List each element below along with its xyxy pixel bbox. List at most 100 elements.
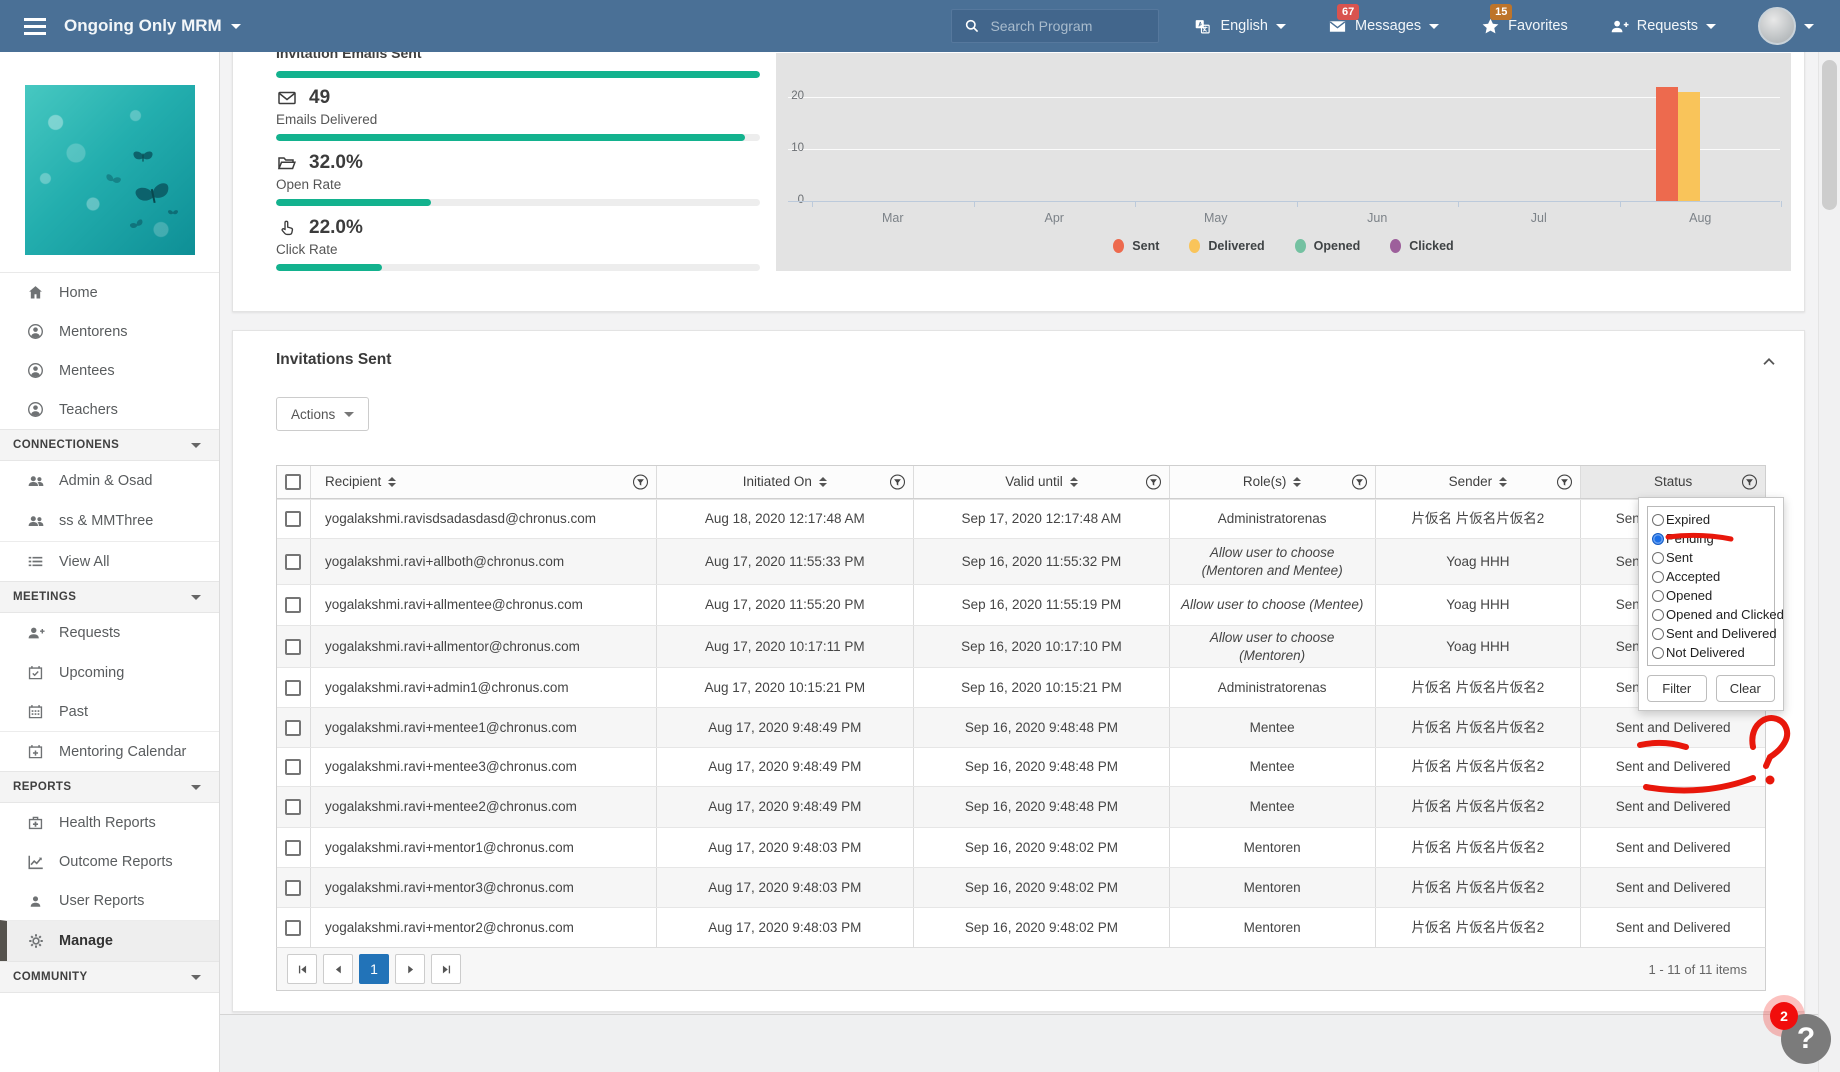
radio-button[interactable] (1652, 571, 1664, 583)
radio-button[interactable] (1652, 552, 1664, 564)
collapse-panel-button[interactable] (1760, 353, 1778, 371)
first-page-button[interactable] (287, 954, 317, 984)
favorites-link[interactable]: 15 Favorites (1481, 17, 1568, 36)
previous-page-button[interactable] (323, 954, 353, 984)
column-header-initiated-on[interactable]: Initiated On (656, 466, 914, 498)
actions-button[interactable]: Actions (276, 397, 369, 431)
sort-icon[interactable] (1070, 477, 1078, 487)
program-title-dropdown[interactable]: Ongoing Only MRM (64, 16, 241, 36)
hamburger-menu-icon[interactable] (24, 14, 46, 39)
filter-funnel-icon[interactable] (632, 474, 649, 491)
sidebar-item-teachers[interactable]: Teachers (0, 390, 219, 429)
sort-icon[interactable] (1499, 477, 1507, 487)
gears-icon (26, 932, 45, 950)
column-header-role-s[interactable]: Role(s) (1169, 466, 1375, 498)
filter-funnel-icon[interactable] (1145, 474, 1162, 491)
sidebar-item-health-reports[interactable]: Health Reports (0, 803, 219, 842)
column-header-valid-until[interactable]: Valid until (913, 466, 1169, 498)
radio-button[interactable] (1652, 628, 1664, 640)
sidebar-item-user-reports[interactable]: User Reports (0, 882, 219, 920)
calendar-check-icon (26, 664, 45, 681)
filter-option-sent-and-delivered[interactable]: Sent and Delivered (1652, 624, 1770, 643)
sidebar-item-manage[interactable]: Manage (0, 920, 219, 961)
row-checkbox[interactable] (285, 720, 301, 736)
row-checkbox[interactable] (285, 840, 301, 856)
cell-status: Sent and Delivered (1580, 708, 1765, 747)
sidebar-item-upcoming[interactable]: Upcoming (0, 653, 219, 692)
sidebar-section-meetings[interactable]: MEETINGS (0, 581, 219, 613)
cell-role: Allow user to choose (Mentoren) (1169, 626, 1375, 667)
cell-recipient: yogalakshmi.ravi+mentor1@chronus.com (310, 828, 656, 867)
cell-initiated-on: Aug 17, 2020 11:55:20 PM (656, 585, 914, 625)
row-checkbox[interactable] (285, 511, 301, 527)
progress-fill (276, 264, 382, 271)
radio-button[interactable] (1652, 514, 1664, 526)
column-header-recipient[interactable]: Recipient (310, 466, 656, 498)
sidebar-section-connectionens[interactable]: CONNECTIONENS (0, 429, 219, 461)
sidebar-item-mentoring-calendar[interactable]: Mentoring Calendar (0, 731, 219, 771)
sidebar-item-admin-osad[interactable]: Admin & Osad (0, 461, 219, 501)
column-header-status[interactable]: Status (1580, 466, 1765, 498)
next-page-button[interactable] (395, 954, 425, 984)
row-checkbox[interactable] (285, 759, 301, 775)
scrollbar-thumb[interactable] (1822, 60, 1837, 210)
sort-icon[interactable] (388, 477, 396, 487)
cell-valid-until: Sep 16, 2020 10:15:21 PM (913, 668, 1169, 707)
column-header-sender[interactable]: Sender (1375, 466, 1581, 498)
filter-funnel-icon[interactable] (889, 474, 906, 491)
row-checkbox[interactable] (285, 597, 301, 613)
row-checkbox[interactable] (285, 880, 301, 896)
radio-button[interactable] (1652, 647, 1664, 659)
clear-button[interactable]: Clear (1716, 675, 1776, 702)
requests-dropdown[interactable]: Requests (1610, 17, 1716, 36)
sidebar-item-mentorens[interactable]: Mentorens (0, 312, 219, 351)
cell-checkbox (277, 626, 310, 667)
sort-icon[interactable] (1293, 477, 1301, 487)
cell-sender: Yoag HHH (1375, 585, 1581, 625)
radio-button[interactable] (1652, 590, 1664, 602)
filter-funnel-icon[interactable] (1556, 474, 1573, 491)
filter-button[interactable]: Filter (1647, 675, 1707, 702)
row-checkbox[interactable] (285, 799, 301, 815)
radio-button[interactable] (1652, 533, 1664, 545)
filter-option-expired[interactable]: Expired (1652, 510, 1770, 529)
cell-recipient: yogalakshmi.ravi+allmentor@chronus.com (310, 626, 656, 667)
last-page-button[interactable] (431, 954, 461, 984)
sidebar-item-ss-mmthree[interactable]: ss & MMThree (0, 501, 219, 541)
filter-option-accepted[interactable]: Accepted (1652, 567, 1770, 586)
page-number-button[interactable]: 1 (359, 954, 389, 984)
filter-funnel-icon[interactable] (1351, 474, 1368, 491)
legend-swatch (1113, 239, 1124, 253)
filter-funnel-icon[interactable] (1741, 474, 1758, 491)
sidebar-item-past[interactable]: Past (0, 692, 219, 731)
sidebar-item-view-all[interactable]: View All (0, 541, 219, 581)
radio-button[interactable] (1652, 609, 1664, 621)
sidebar-item-mentees[interactable]: Mentees (0, 351, 219, 390)
sidebar-item-requests[interactable]: Requests (0, 613, 219, 653)
table-row: yogalakshmi.ravi+allmentee@chronus.comAu… (277, 584, 1765, 625)
filter-option-opened[interactable]: Opened (1652, 586, 1770, 605)
footer-band (220, 1014, 1840, 1072)
filter-option-opened-and-clicked[interactable]: Opened and Clicked (1652, 605, 1770, 624)
messages-dropdown[interactable]: 67 Messages (1328, 17, 1439, 36)
sidebar-item-home[interactable]: Home (0, 273, 219, 312)
language-dropdown[interactable]: English (1193, 18, 1286, 35)
filter-option-pending[interactable]: Pending (1652, 529, 1770, 548)
filter-option-sent[interactable]: Sent (1652, 548, 1770, 567)
filter-option-not-delivered[interactable]: Not Delivered (1652, 643, 1770, 662)
sidebar-item-outcome-reports[interactable]: Outcome Reports (0, 842, 219, 882)
sidebar-item-label: Teachers (59, 402, 118, 418)
sidebar-section-reports[interactable]: REPORTS (0, 771, 219, 803)
panel-title: Invitations Sent (276, 351, 391, 369)
row-checkbox[interactable] (285, 639, 301, 655)
row-checkbox[interactable] (285, 554, 301, 570)
row-checkbox[interactable] (285, 920, 301, 936)
row-checkbox[interactable] (285, 680, 301, 696)
sidebar-item-label: Upcoming (59, 665, 124, 681)
sidebar-section-community[interactable]: COMMUNITY (0, 961, 219, 993)
program-title: Ongoing Only MRM (64, 16, 222, 36)
sort-icon[interactable] (819, 477, 827, 487)
search-input[interactable] (990, 18, 1140, 34)
user-menu[interactable] (1758, 7, 1814, 45)
select-all-checkbox[interactable] (285, 474, 301, 490)
